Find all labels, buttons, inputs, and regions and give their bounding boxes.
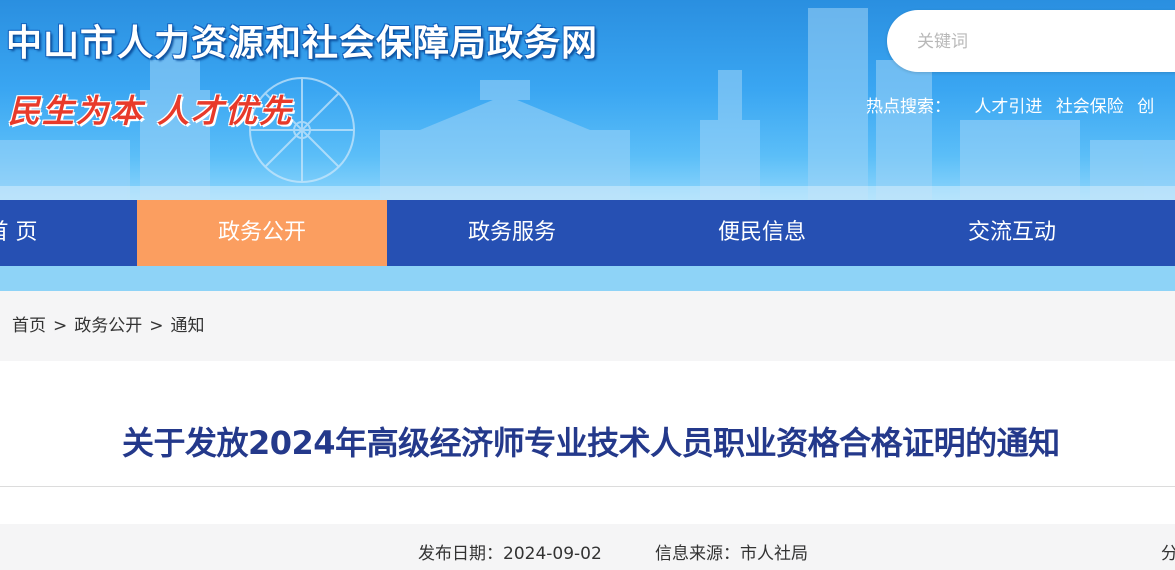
breadcrumb: 首页 > 政务公开 > 通知 [0,291,1175,361]
hot-search: 热点搜索： 人才引进 社会保险 创 [866,92,1162,117]
breadcrumb-separator: > [149,316,164,336]
nav-sub-strip [0,266,1175,291]
nav-item-home[interactable]: 首 页 [0,200,137,266]
main-nav: 首 页 政务公开 政务服务 便民信息 交流互动 [0,200,1175,266]
breadcrumb-home[interactable]: 首页 [12,316,46,336]
site-title: 中山市人力资源和社会保障局政务网 [6,23,599,64]
nav-item-government-services[interactable]: 政务服务 [387,200,637,266]
hot-search-label: 热点搜索： [866,97,951,117]
search-input[interactable] [917,28,1167,56]
hot-search-link[interactable]: 社会保险 [1056,97,1124,117]
nav-item-interaction[interactable]: 交流互动 [887,200,1137,266]
article-title: 关于发放2024年高级经济师专业技术人员职业资格合格证明的通知 [122,424,1060,462]
share-link[interactable]: 分 [1161,539,1175,564]
article-meta-bar: 发布日期：2024-09-02 信息来源：市人社局 分 [0,524,1175,570]
header-banner: 中山市人力资源和社会保障局政务网 民生为本 人才优先 热点搜索： 人才引进 社会… [0,0,1175,200]
info-source: 信息来源：市人社局 [655,544,808,564]
site-slogan: 民生为本 人才优先 [8,92,294,130]
publish-date: 发布日期：2024-09-02 [418,544,602,564]
title-divider [0,486,1175,487]
search-box [887,10,1175,72]
nav-item-public-information[interactable]: 便民信息 [637,200,887,266]
hot-search-link[interactable]: 创 [1137,97,1154,117]
hot-search-link[interactable]: 人才引进 [974,97,1042,117]
breadcrumb-separator: > [53,316,68,336]
nav-item-government-affairs-disclosure[interactable]: 政务公开 [137,200,387,266]
breadcrumb-notice[interactable]: 通知 [171,316,205,336]
breadcrumb-government-affairs[interactable]: 政务公开 [74,316,142,336]
